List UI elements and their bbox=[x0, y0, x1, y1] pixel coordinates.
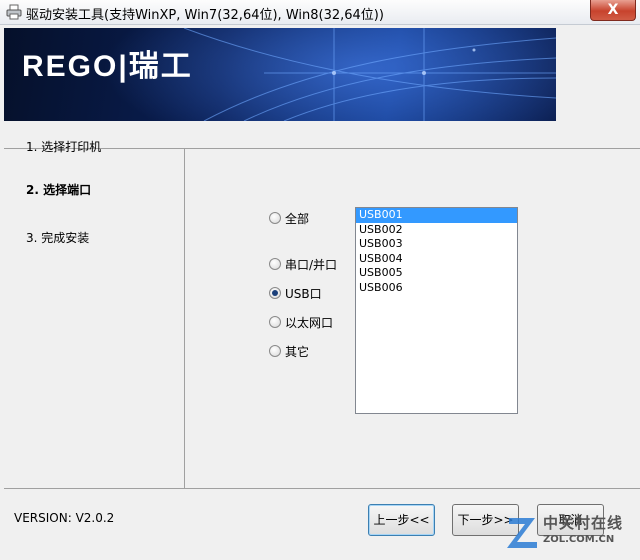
radio-other-circle[interactable] bbox=[269, 345, 281, 357]
radio-usb-circle[interactable] bbox=[269, 287, 281, 299]
list-item-usb003[interactable]: USB003 bbox=[356, 237, 517, 252]
radio-usb[interactable]: USB口 bbox=[269, 285, 322, 301]
radio-ethernet-label: 以太网口 bbox=[285, 315, 334, 330]
title-bar[interactable]: 驱动安装工具(支持WinXP, Win7(32,64位), Win8(32,64… bbox=[0, 0, 640, 25]
radio-serial-parallel-circle[interactable] bbox=[269, 258, 281, 270]
list-item-usb002[interactable]: USB002 bbox=[356, 223, 517, 238]
brand-banner: REGO|瑞工 bbox=[4, 28, 556, 121]
steps-pane bbox=[4, 148, 185, 489]
zol-watermark: 中关村在线 ZOL.COM.CN bbox=[505, 510, 635, 556]
zol-logo-icon bbox=[507, 518, 537, 548]
port-listbox[interactable]: USB001 USB002 USB003 USB004 USB005 USB00… bbox=[355, 207, 518, 414]
radio-ethernet[interactable]: 以太网口 bbox=[269, 314, 333, 330]
list-item-usb006[interactable]: USB006 bbox=[356, 281, 517, 296]
footer-divider bbox=[4, 488, 640, 489]
radio-other[interactable]: 其它 bbox=[269, 343, 309, 359]
printer-icon bbox=[6, 4, 22, 20]
list-item-usb005[interactable]: USB005 bbox=[356, 266, 517, 281]
window-title: 驱动安装工具(支持WinXP, Win7(32,64位), Win8(32,64… bbox=[26, 8, 384, 23]
watermark-cn: 中关村在线 bbox=[543, 514, 624, 532]
version-label: VERSION: V2.0.2 bbox=[14, 511, 115, 525]
radio-serial-parallel[interactable]: 串口/并口 bbox=[269, 256, 337, 272]
radio-ethernet-circle[interactable] bbox=[269, 316, 281, 328]
list-item-usb004[interactable]: USB004 bbox=[356, 252, 517, 267]
radio-all-circle[interactable] bbox=[269, 212, 281, 224]
list-item-usb001[interactable]: USB001 bbox=[356, 208, 517, 223]
close-button[interactable]: X bbox=[590, 0, 636, 21]
step-select-printer: 1. 选择打印机 bbox=[26, 140, 102, 154]
rego-logo: REGO|瑞工 bbox=[22, 50, 193, 83]
watermark-en: ZOL.COM.CN bbox=[543, 534, 615, 545]
step-select-port: 2. 选择端口 bbox=[26, 183, 92, 197]
radio-usb-label: USB口 bbox=[285, 286, 322, 301]
radio-serial-parallel-label: 串口/并口 bbox=[285, 257, 338, 272]
radio-all-label: 全部 bbox=[285, 211, 310, 226]
logo-text: REGO|瑞工 bbox=[22, 50, 193, 83]
step-finish-install: 3. 完成安装 bbox=[26, 231, 90, 245]
divider bbox=[184, 148, 640, 149]
prev-button[interactable]: 上一步<< bbox=[368, 504, 435, 536]
radio-other-label: 其它 bbox=[285, 344, 310, 359]
radio-all[interactable]: 全部 bbox=[269, 210, 309, 226]
